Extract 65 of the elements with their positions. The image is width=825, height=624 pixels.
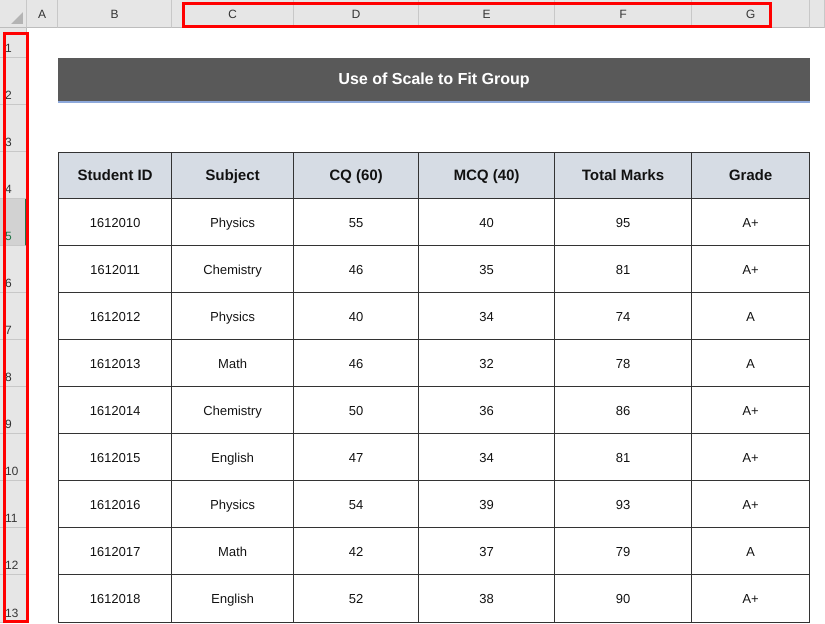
table-cell: 42 (294, 528, 419, 575)
table-cell: 52 (294, 575, 419, 623)
table-cell: A+ (692, 481, 810, 528)
table-cell: 90 (555, 575, 692, 623)
sheet-title: Use of Scale to Fit Group (58, 58, 810, 103)
table-cell: 55 (294, 199, 419, 246)
table-cell: 79 (555, 528, 692, 575)
table-cell: Math (172, 340, 294, 387)
table-cell: English (172, 434, 294, 481)
table-cell: 34 (419, 293, 555, 340)
column-heading: Total Marks (555, 152, 692, 199)
table-cell: 1612013 (58, 340, 172, 387)
table-cell: 39 (419, 481, 555, 528)
table-cell: A+ (692, 575, 810, 623)
table-cell: 1612014 (58, 387, 172, 434)
table-cell: 1612017 (58, 528, 172, 575)
column-header[interactable]: A (27, 0, 58, 28)
column-heading: Grade (692, 152, 810, 199)
table-cell: Chemistry (172, 387, 294, 434)
table-cell: 1612012 (58, 293, 172, 340)
column-header[interactable]: B (58, 0, 172, 28)
table-cell: A+ (692, 246, 810, 293)
table-cell: 54 (294, 481, 419, 528)
table-cell: 47 (294, 434, 419, 481)
table-cell: Chemistry (172, 246, 294, 293)
table-cell: 46 (294, 246, 419, 293)
table-cell: 81 (555, 434, 692, 481)
table-cell: 93 (555, 481, 692, 528)
table-cell: 32 (419, 340, 555, 387)
table-cell: 50 (294, 387, 419, 434)
table-cell: 40 (419, 199, 555, 246)
table-cell: A (692, 528, 810, 575)
column-heading: Student ID (58, 152, 172, 199)
table-cell: 78 (555, 340, 692, 387)
table-cell: Physics (172, 199, 294, 246)
table-cell: 1612015 (58, 434, 172, 481)
table-cell: 86 (555, 387, 692, 434)
table-cell: 1612011 (58, 246, 172, 293)
table-cell: A+ (692, 434, 810, 481)
table-cell: A+ (692, 387, 810, 434)
table-cell: 74 (555, 293, 692, 340)
table-cell: 40 (294, 293, 419, 340)
table-cell: A+ (692, 199, 810, 246)
table-cell: 46 (294, 340, 419, 387)
table-cell: 38 (419, 575, 555, 623)
column-heading: Subject (172, 152, 294, 199)
column-heading: MCQ (40) (419, 152, 555, 199)
table-cell: 95 (555, 199, 692, 246)
table-cell: English (172, 575, 294, 623)
table-cell: 1612016 (58, 481, 172, 528)
table-cell: Physics (172, 481, 294, 528)
select-all-icon[interactable] (11, 12, 23, 24)
column-heading: CQ (60) (294, 152, 419, 199)
table-cell: A (692, 340, 810, 387)
table-cell: 1612010 (58, 199, 172, 246)
table-cell: 36 (419, 387, 555, 434)
table-cell: 37 (419, 528, 555, 575)
table-cell: A (692, 293, 810, 340)
table-cell: 35 (419, 246, 555, 293)
blank-column-header (810, 0, 825, 28)
table-cell: 1612018 (58, 575, 172, 623)
table-cell: Physics (172, 293, 294, 340)
table-cell: Math (172, 528, 294, 575)
table-cell: 34 (419, 434, 555, 481)
table-cell: 81 (555, 246, 692, 293)
